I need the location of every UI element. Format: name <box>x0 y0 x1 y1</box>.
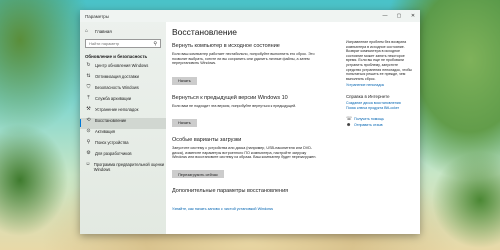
sidebar-item-label: Программа предварительной оценки Windows <box>93 162 165 172</box>
troubleshoot-link[interactable]: Устранение неполадок <box>346 83 414 88</box>
sidebar-item-label: Для разработчиков <box>95 151 132 156</box>
backup-icon: ⤒ <box>87 95 90 101</box>
search-placeholder: Найти параметр <box>89 41 120 46</box>
sidebar-item-label: Служба архивации <box>95 96 132 101</box>
feedback-icon: ☻ <box>346 122 352 129</box>
delivery-optimization-icon: ⇅ <box>86 73 91 79</box>
wallpaper-palm-left <box>0 120 80 250</box>
restart-now-button[interactable]: Перезагрузить сейчас <box>172 170 224 179</box>
refresh-icon: ↻ <box>86 62 91 68</box>
rollback-description: Если вам не подходит эта версия, попробу… <box>172 103 297 108</box>
sidebar-item-label: Центр обновления Windows <box>95 63 149 68</box>
special-boot-heading: Особые варианты загрузки <box>172 136 242 143</box>
activation-icon: ⊙ <box>86 128 91 134</box>
sidebar-item-delivery-optimization[interactable]: ⇅ Оптимизация доставки <box>80 74 166 85</box>
sidebar-item-recovery[interactable]: ⟲ Восстановление <box>80 118 166 129</box>
wallpaper-palm-right <box>420 150 500 250</box>
sidebar-item-windows-security[interactable]: ⛉ Безопасность Windows <box>80 85 166 96</box>
sidebar-item-label: Безопасность Windows <box>95 85 139 90</box>
home-icon: ⌂ <box>85 28 89 34</box>
sidebar-item-label: Оптимизация доставки <box>95 74 139 79</box>
wrench-icon: ⚒ <box>86 106 91 112</box>
sidebar-item-activation[interactable]: ⊙ Активация <box>80 129 166 140</box>
sidebar-item-label: Поиск устройства <box>95 140 129 145</box>
window-title: Параметры <box>85 13 109 19</box>
recovery-icon: ⟲ <box>86 117 91 123</box>
developer-icon: ⚙ <box>86 150 91 156</box>
rollback-start-button[interactable]: Начать <box>172 118 197 127</box>
sidebar-item-troubleshoot[interactable]: ⚒ Устранение неполадок <box>80 107 166 118</box>
title-bar[interactable]: Параметры — ▢ ✕ <box>80 10 420 22</box>
reset-heading: Вернуть компьютер в исходное состояние <box>172 43 280 49</box>
shield-icon: ⛉ <box>86 84 91 90</box>
sidebar-item-label: Устранение неполадок <box>95 107 139 112</box>
sidebar-item-insider[interactable]: ☺ Программа предварительной оценки Windo… <box>80 162 166 178</box>
search-input[interactable]: Найти параметр ⚲ <box>85 39 161 48</box>
sidebar-home[interactable]: ⌂ Главная <box>80 26 166 36</box>
page-title: Восстановление <box>172 27 238 37</box>
sidebar-item-find-device[interactable]: ⚲ Поиск устройства <box>80 140 166 151</box>
web-help-heading: Справка в Интернете <box>346 93 390 99</box>
special-boot-description: Запустите систему с устройства или диска… <box>172 145 317 160</box>
more-recovery-heading: Дополнительные параметры восстановления <box>172 188 289 195</box>
home-label: Главная <box>95 28 112 34</box>
feedback-label: Отправить отзыв <box>354 123 383 128</box>
rollback-heading: Вернуться к предыдущей версии Windows 10 <box>172 94 288 101</box>
main-content: Восстановление Вернуть компьютер в исход… <box>172 22 322 215</box>
close-button[interactable]: ✕ <box>406 10 420 22</box>
reset-start-button[interactable]: Начать <box>172 76 197 85</box>
sidebar-section-title: Обновление и безопасность <box>85 54 148 59</box>
sidebar-item-developers[interactable]: ⚙ Для разработчиков <box>80 151 166 162</box>
search-icon[interactable]: ⚲ <box>153 41 157 47</box>
sidebar-item-label: Восстановление <box>95 118 127 123</box>
get-help-label: Получить помощь <box>354 117 385 122</box>
insider-icon: ☺ <box>85 161 91 167</box>
sidebar-item-label: Активация <box>95 129 115 134</box>
find-device-icon: ⚲ <box>86 139 91 145</box>
sidebar: ⌂ Главная Найти параметр ⚲ Обновление и … <box>80 22 166 234</box>
help-description: Исправление проблем без возврата компьют… <box>346 40 412 81</box>
feedback-link[interactable]: ☻ Отправить отзыв <box>346 122 414 128</box>
sidebar-item-windows-update[interactable]: ↻ Центр обновления Windows <box>80 63 166 74</box>
sidebar-item-backup[interactable]: ⤒ Служба архивации <box>80 96 166 107</box>
clean-install-link[interactable]: Узнайте, как начать заново с чистой уста… <box>172 207 273 211</box>
reset-description: Если ваш компьютер работает нестабильно,… <box>172 52 315 66</box>
settings-window: Параметры — ▢ ✕ ⌂ Главная Найти параметр… <box>80 10 420 234</box>
minimize-button[interactable]: — <box>378 10 392 22</box>
maximize-button[interactable]: ▢ <box>392 10 406 22</box>
right-panel: Исправление проблем без возврата компьют… <box>346 40 414 128</box>
